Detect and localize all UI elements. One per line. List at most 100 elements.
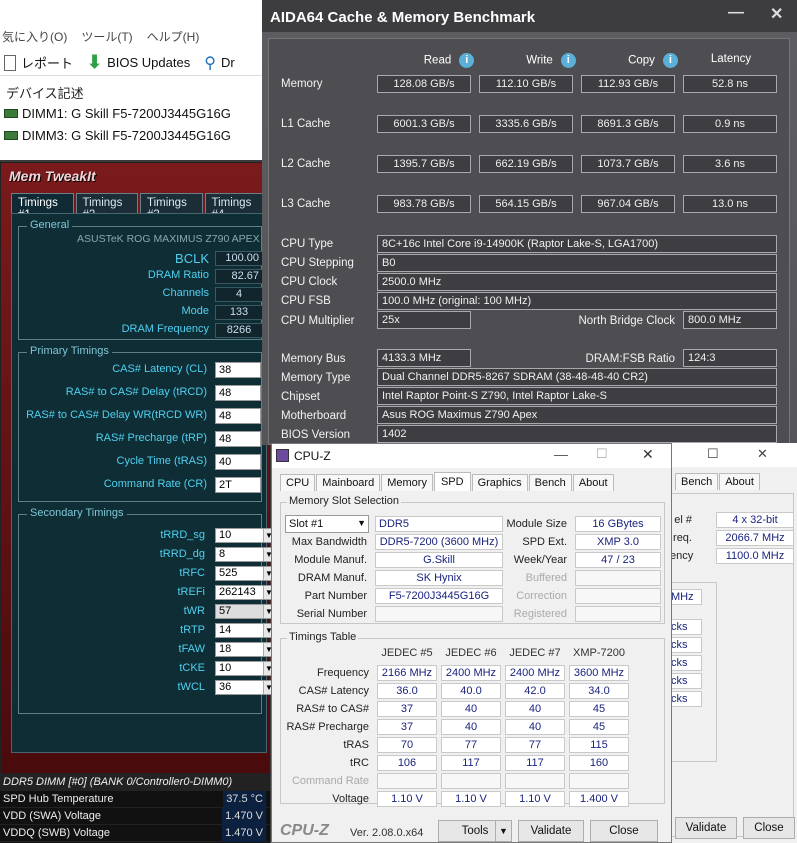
tab-mainboard[interactable]: Mainboard <box>316 474 381 491</box>
buffered-value <box>575 570 661 586</box>
tab-memory[interactable]: Memory <box>381 474 433 491</box>
timing-row-label: tRAS <box>343 739 369 751</box>
tab-about[interactable]: About <box>572 474 614 491</box>
cpuz-window: CPU-Z — ☐ ✕ CPU Mainboard Memory SPD Gra… <box>271 443 672 843</box>
minimize-icon[interactable]: — <box>728 4 744 22</box>
cas-latency-input[interactable]: 38 <box>215 362 261 378</box>
timing-cell: 40.0 <box>441 683 501 699</box>
close-icon[interactable]: ✕ <box>757 446 768 462</box>
menu-tools[interactable]: ツール(T) <box>81 28 132 48</box>
cpuz-version: Ver. 2.08.0.x64 <box>350 827 424 839</box>
menu-favorites[interactable]: 気に入り(O) <box>2 28 67 48</box>
trrd-sg-select[interactable]: 10 ▼ <box>215 528 275 543</box>
trrd-dg-select[interactable]: 8 ▼ <box>215 547 275 562</box>
trrd-dg-value: 8 <box>219 548 226 560</box>
close-button[interactable]: Close <box>743 817 795 839</box>
cpuz-titlebar: CPU-Z — ☐ ✕ <box>272 444 671 468</box>
dram-fsb-value: 124:3 <box>683 349 777 367</box>
tab-graphics[interactable]: Graphics <box>471 474 528 491</box>
timing-cell: 70 <box>377 737 437 753</box>
module-size-label: Module Size <box>506 518 567 530</box>
nb-clock-label: North Bridge Clock <box>578 315 675 327</box>
close-button[interactable]: Close <box>590 820 658 842</box>
dimm1-label: DIMM1: G Skill F5-7200J3445G16G <box>22 106 231 121</box>
timing-col-header: JEDEC #7 <box>509 647 561 659</box>
cpuz2-label: el # <box>674 514 692 526</box>
dram-ratio-label: DRAM Ratio <box>147 269 209 281</box>
trp-input[interactable]: 48 <box>215 431 261 447</box>
maximize-icon[interactable]: ☐ <box>596 446 608 462</box>
validate-button[interactable]: Validate <box>518 820 584 842</box>
memory-bus-label: Memory Bus <box>281 353 346 365</box>
twcl-label: tWCL <box>177 681 206 693</box>
dimm1-item[interactable]: DIMM1: G Skill F5-7200J3445G16G <box>4 106 231 121</box>
report-button[interactable]: レポート <box>0 53 77 72</box>
trcd-label: RAS# to CAS# Delay (tRCD) <box>65 386 207 398</box>
dimm3-item[interactable]: DIMM3: G Skill F5-7200J3445G16G <box>4 128 231 143</box>
trtp-label: tRTP <box>180 624 205 636</box>
twr-select[interactable]: 57 ▼ <box>215 604 275 619</box>
minimize-icon[interactable]: — <box>554 446 568 462</box>
l1-copy: 8691.3 GB/s <box>581 115 675 133</box>
aida64-titlebar: AIDA64 Cache & Memory Benchmark — ✕ <box>262 0 797 32</box>
memory-slot-group: Memory Slot Selection Slot #1 ▼ DDR5 Mod… <box>280 495 665 624</box>
close-icon[interactable]: ✕ <box>770 4 783 24</box>
trcd-wr-input[interactable]: 48 <box>215 408 261 424</box>
document-icon <box>4 54 16 71</box>
info-icon[interactable]: i <box>459 53 475 68</box>
tools-button[interactable]: Tools ▼ <box>438 820 512 842</box>
cpuz2-value: 4 x 32-bit <box>716 512 794 528</box>
info-icon[interactable]: i <box>662 53 678 68</box>
trefi-select[interactable]: 262143 ▼ <box>215 585 275 600</box>
channels-label: Channels <box>162 287 209 299</box>
timing-row-label: tRC <box>350 757 369 769</box>
tab-spd[interactable]: SPD <box>433 472 471 491</box>
timings-table-title: Timings Table <box>287 631 359 643</box>
search-icon: ⚲ <box>204 54 216 72</box>
tab-cpu[interactable]: CPU <box>280 474 316 491</box>
l2-read: 1395.7 GB/s <box>377 155 471 173</box>
cpuz2-cut-group: MHz cks cks cks cks cks <box>669 582 717 762</box>
memory-module-icon <box>4 131 18 140</box>
tab-bench[interactable]: Bench <box>528 474 572 491</box>
cpuz-title: CPU-Z <box>294 449 331 463</box>
maximize-icon[interactable]: ☐ <box>707 446 719 462</box>
week-year-label: Week/Year <box>513 554 567 566</box>
tab-bench[interactable]: Bench <box>675 473 719 490</box>
bios-updates-button[interactable]: ⬇ BIOS Updates <box>83 52 194 73</box>
trtp-value: 14 <box>219 624 232 636</box>
motherboard-value: Asus ROG Maximus Z790 Apex <box>377 406 777 424</box>
col-read: Read i <box>399 53 499 68</box>
timing-cell: 2400 MHz <box>505 665 565 681</box>
trfc-select[interactable]: 525 ▼ <box>215 566 275 581</box>
tcke-select[interactable]: 10 ▼ <box>215 661 275 676</box>
cpu-type-value: 8C+16c Intel Core i9-14900K (Raptor Lake… <box>377 235 777 253</box>
l3-write: 564.15 GB/s <box>479 195 573 213</box>
tab-about[interactable]: About <box>719 473 760 490</box>
tras-input[interactable]: 40 <box>215 454 261 470</box>
driver-label: Dr <box>220 55 235 70</box>
validate-button[interactable]: Validate <box>675 817 737 839</box>
timing-cell: 45 <box>569 701 629 717</box>
cpuz-app-icon <box>276 449 289 462</box>
tras-label: Cycle Time (tRAS) <box>116 455 207 467</box>
slot-select[interactable]: Slot #1 ▼ <box>285 515 369 533</box>
bench-label-l1: L1 Cache <box>281 118 331 130</box>
menu-help[interactable]: ヘルプ(H) <box>147 28 200 48</box>
timing-row-label: RAS# Precharge <box>286 721 369 733</box>
chipset-label: Chipset <box>281 391 320 403</box>
driver-button[interactable]: ⚲ Dr <box>200 53 238 73</box>
trcd-input[interactable]: 48 <box>215 385 261 401</box>
info-icon[interactable]: i <box>560 53 576 68</box>
dram-ratio-value: 82.67 <box>215 269 263 284</box>
cpu-stepping-value: B0 <box>377 254 777 272</box>
timing-cell: 1.400 V <box>569 791 629 807</box>
close-icon[interactable]: ✕ <box>642 446 654 463</box>
tfaw-select[interactable]: 18 ▼ <box>215 642 275 657</box>
memory-type-value: Dual Channel DDR5-8267 SDRAM (38-48-48-4… <box>377 368 777 386</box>
twcl-select[interactable]: 36 ▼ <box>215 680 275 695</box>
dram-frequency-value: 8266 <box>215 323 263 338</box>
trtp-select[interactable]: 14 ▼ <box>215 623 275 638</box>
col-copy-label: Copy <box>628 54 655 67</box>
command-rate-input[interactable]: 2T <box>215 477 261 493</box>
